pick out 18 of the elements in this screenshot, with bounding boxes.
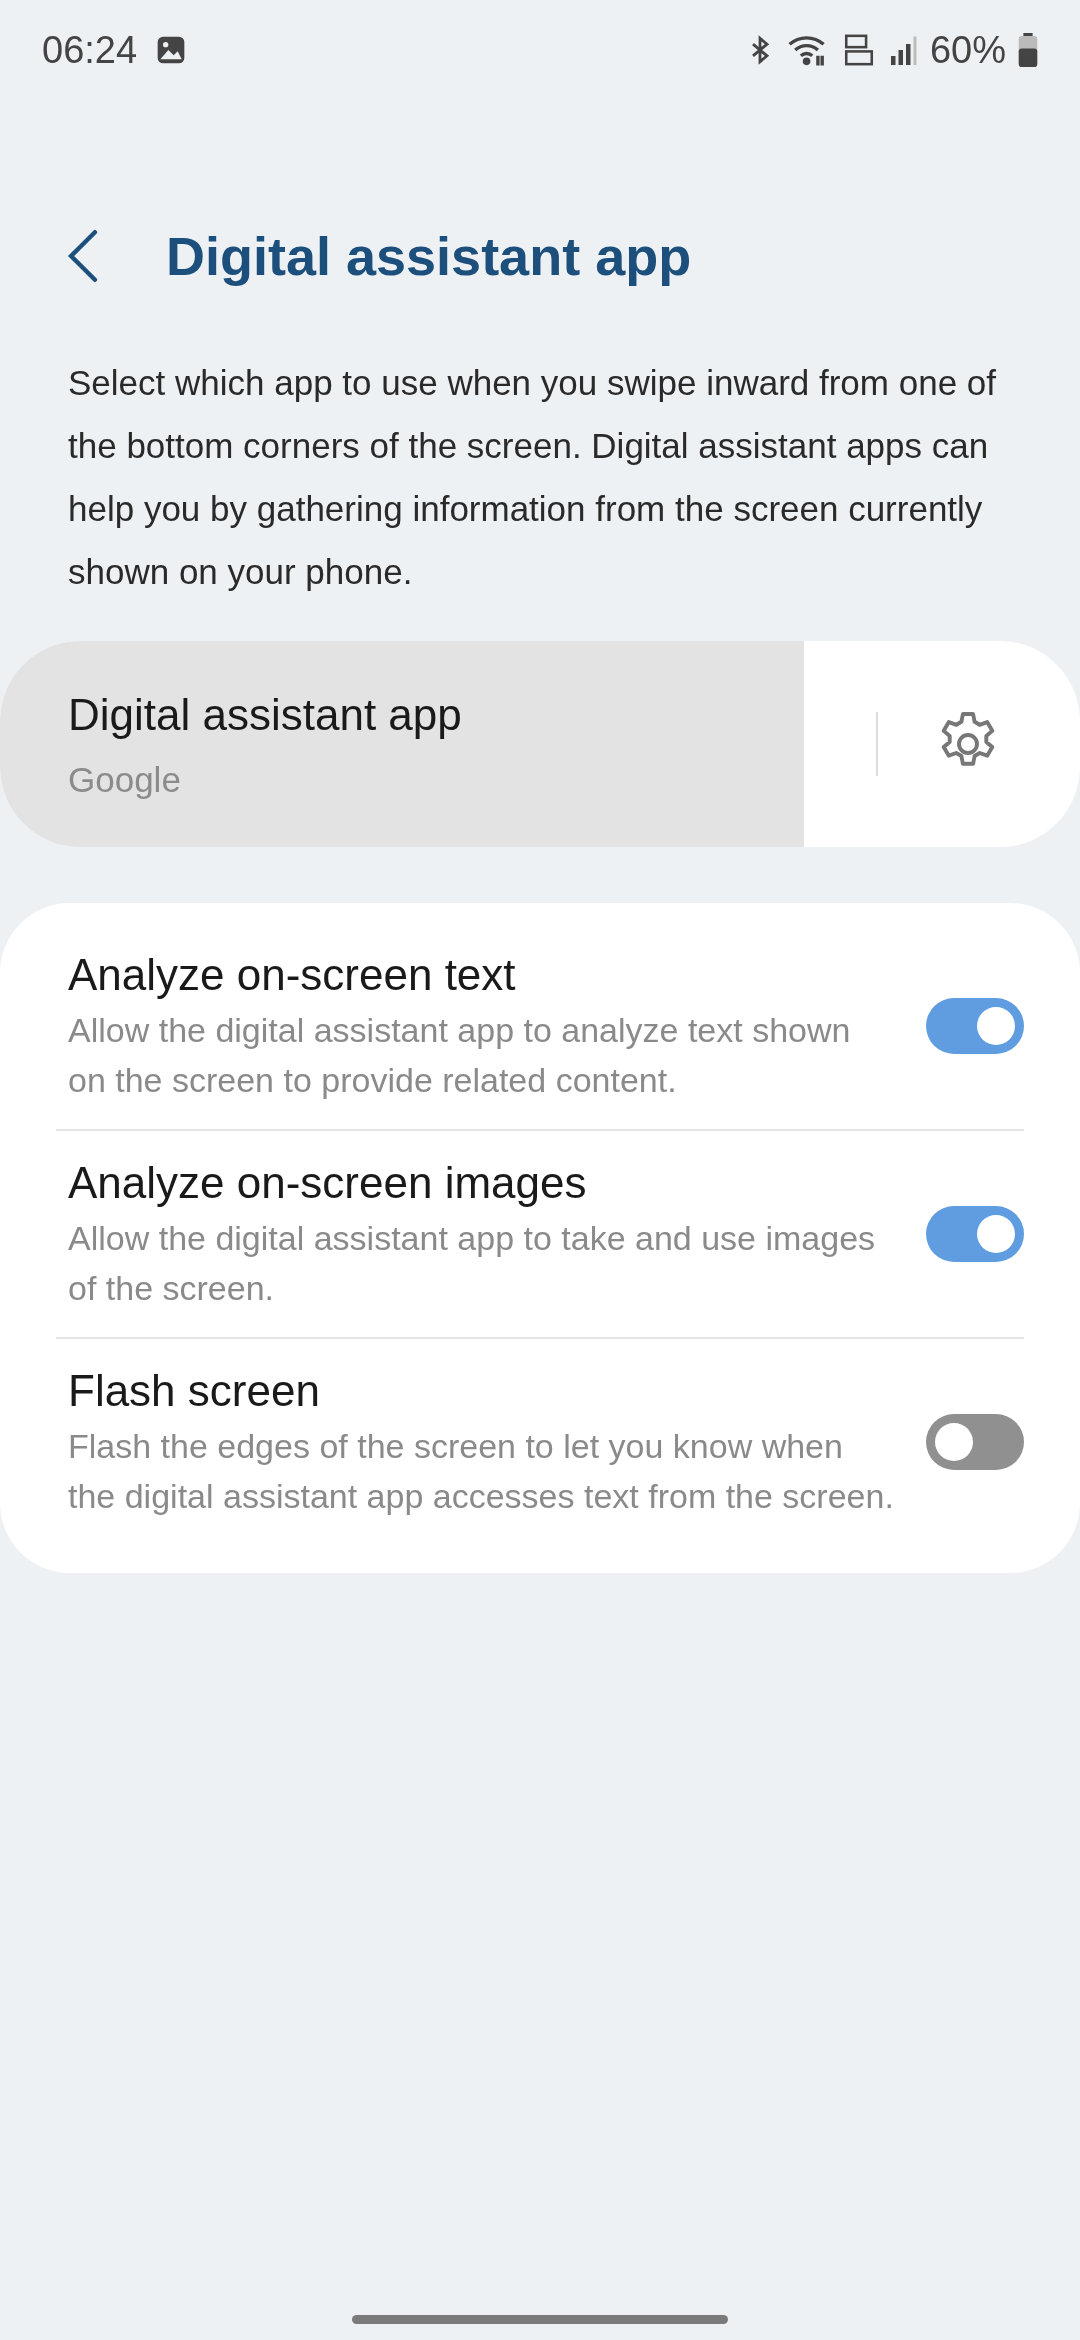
back-icon[interactable] [66, 228, 100, 284]
toggle-switch[interactable] [926, 1414, 1024, 1470]
setting-description: Flash the edges of the screen to let you know when the digital assistant app accesses text from the screen. [68, 1426, 895, 1517]
battery-percent: 60% [929, 27, 1006, 73]
setting-description: Allow the digital assistant app to take and use images of the screen. [68, 1218, 877, 1309]
setting-title: Analyze on-screen text [68, 949, 517, 1001]
setting-title: Flash screen [68, 1365, 321, 1417]
description-text: Select which app to use when you swipe inward from one of the bottom corners of the screen. Digital assistant apps can help you by gathering information from the screen currently shown on your phone. [68, 362, 997, 593]
toggle-switch[interactable] [926, 998, 1024, 1054]
page-title: Digital assistant app [166, 224, 692, 288]
status-time: 06:24 [42, 27, 138, 73]
battery-icon [1018, 33, 1038, 67]
toggle-switch[interactable] [926, 1206, 1024, 1262]
assistant-card[interactable]: Digital assistant app Google [0, 641, 1080, 847]
setting-title: Analyze on-screen images [68, 1157, 588, 1209]
setting-description: Allow the digital assistant app to analyze text shown on the screen to provide related content. [68, 1010, 852, 1101]
assistant-title: Digital assistant app [68, 688, 463, 741]
assistant-value: Google [68, 758, 182, 801]
